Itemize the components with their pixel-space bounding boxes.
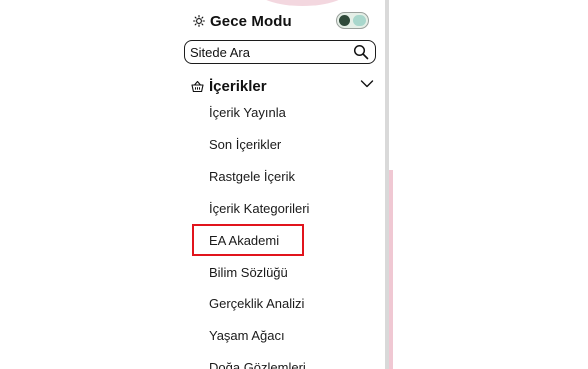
- night-mode-row[interactable]: Gece Modu: [193, 10, 292, 32]
- menu-item-publish-content[interactable]: İçerik Yayınla: [209, 105, 286, 121]
- menu-item-nature-observations[interactable]: Doğa Gözlemleri: [209, 360, 306, 369]
- sun-icon: [193, 15, 205, 27]
- sidebar-panel: Gece Modu İçerikler İçerik Yayınla Son İ…: [0, 0, 588, 369]
- menu-item-science-dictionary[interactable]: Bilim Sözlüğü: [209, 265, 288, 281]
- section-header-contents[interactable]: İçerikler: [191, 76, 377, 96]
- night-mode-toggle[interactable]: [336, 12, 369, 29]
- night-mode-label: Gece Modu: [210, 12, 292, 30]
- toggle-track-fill: [353, 15, 366, 26]
- basket-icon: [191, 80, 204, 92]
- highlight-box: [192, 224, 304, 256]
- menu-item-reality-analysis[interactable]: Gerçeklik Analizi: [209, 296, 304, 312]
- toggle-knob: [339, 15, 350, 26]
- menu-item-tree-of-life[interactable]: Yaşam Ağacı: [209, 328, 285, 344]
- menu-item-random-content[interactable]: Rastgele İçerik: [209, 169, 295, 185]
- content-edge-decoration: [389, 170, 393, 369]
- menu-item-content-categories[interactable]: İçerik Kategorileri: [209, 201, 309, 217]
- section-title: İçerikler: [209, 77, 267, 95]
- chevron-down-icon[interactable]: [360, 79, 374, 89]
- menu-item-recent-content[interactable]: Son İçerikler: [209, 137, 281, 153]
- search-box[interactable]: [184, 40, 376, 64]
- search-icon[interactable]: [353, 44, 369, 60]
- header-decoration: [255, 0, 350, 6]
- search-input[interactable]: [185, 42, 350, 62]
